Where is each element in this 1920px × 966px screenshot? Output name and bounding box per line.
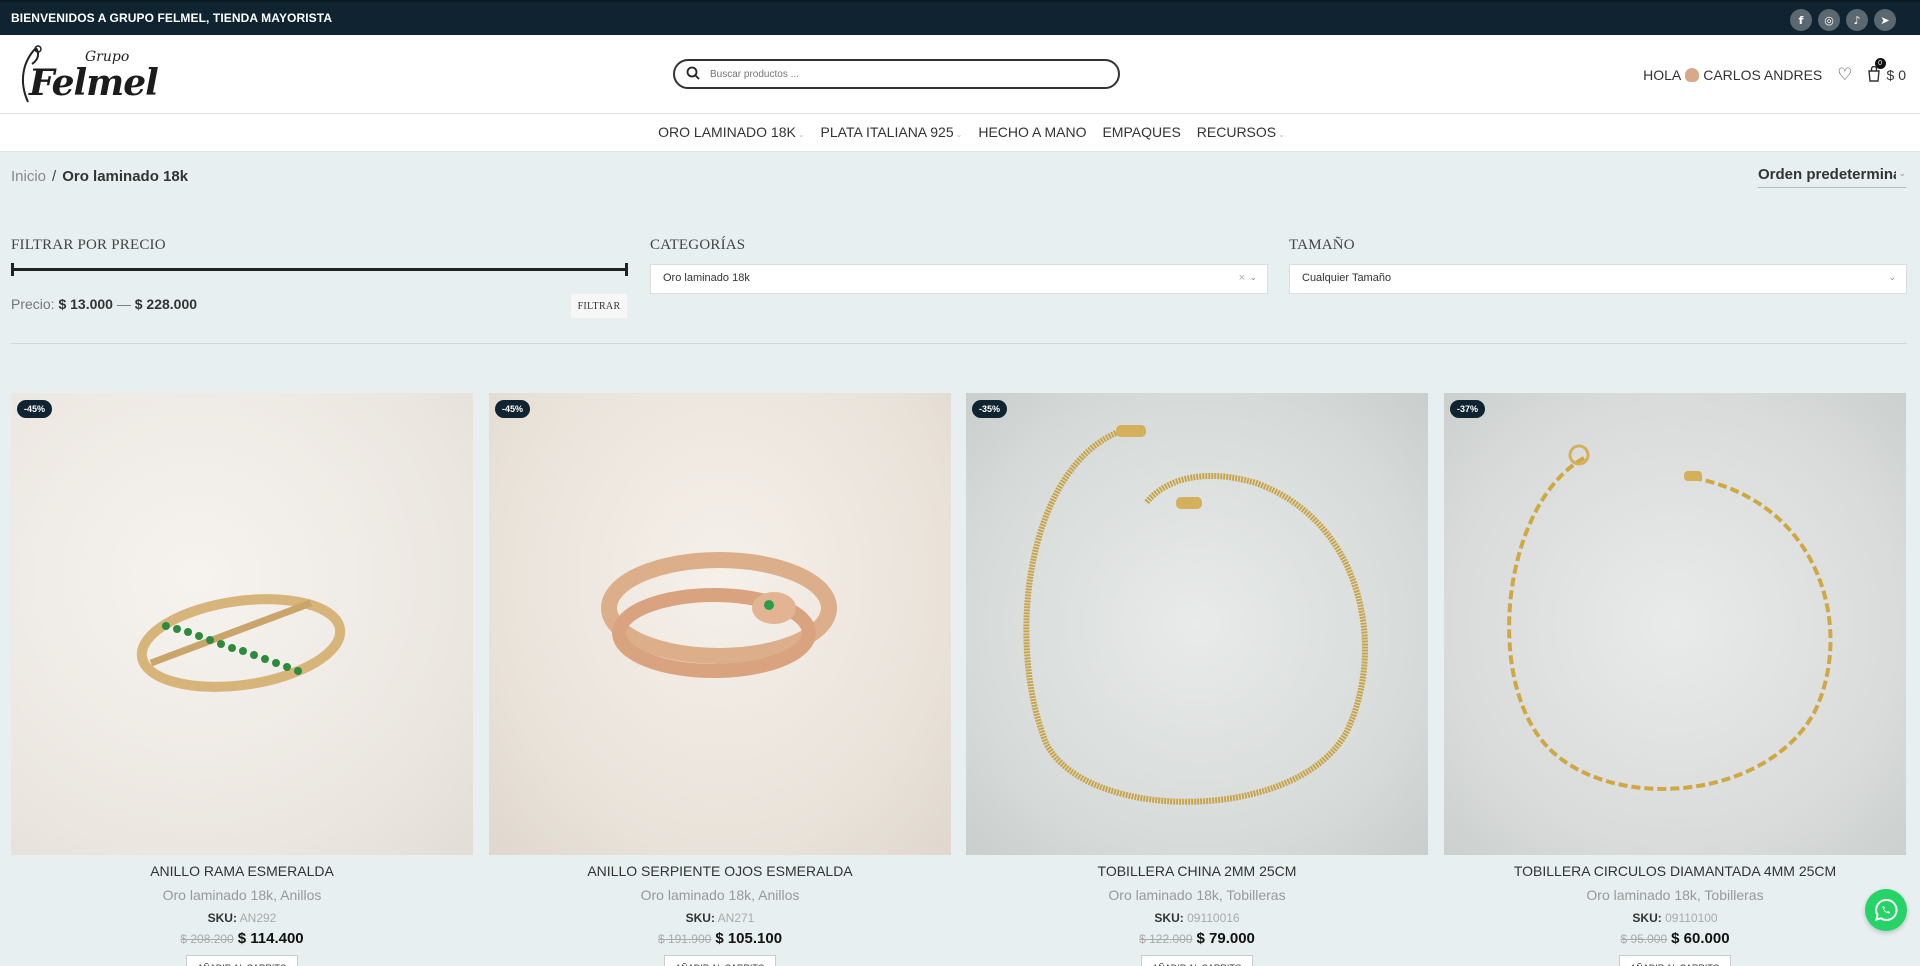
discount-badge: -45% [17,400,53,418]
chevron-down-icon: ⌄ [1278,130,1285,139]
welcome-message: BIENVENIDOS A GRUPO FELMEL, TIENDA MAYOR… [11,11,333,25]
clear-category-icon[interactable]: × [1239,272,1245,284]
nav-item-empaques[interactable]: EMPAQUES [1102,124,1180,140]
discount-badge: -37% [1450,400,1486,418]
user-name: CARLOS ANDRES [1703,67,1823,83]
nav-item-oro-laminado[interactable]: ORO LAMINADO 18K ⌄ [658,124,804,140]
product-title[interactable]: ANILLO SERPIENTE OJOS ESMERALDA [489,863,951,879]
sale-price: $ 105.100 [715,930,783,947]
old-price: $ 122.000 [1139,932,1193,946]
product-title[interactable]: TOBILLERA CHINA 2MM 25CM [966,863,1428,879]
product-sku: SKU: AN292 [207,911,277,925]
nav-item-recursos[interactable]: RECURSOS ⌄ [1197,124,1285,140]
chevron-down-icon: ⌄ [955,130,963,139]
product-card[interactable]: -35% TOBILLERA CHINA 2MM 25CM Oro lamina… [966,393,1428,966]
categories-selected-value: Oro laminado 18k [663,272,750,284]
breadcrumb-home-link[interactable]: Inicio [11,168,46,185]
product-image[interactable]: -35% [966,393,1428,855]
product-categories[interactable]: Oro laminado 18k, Anillos [489,887,951,903]
size-filter-title: TAMAÑO [1289,237,1355,253]
product-price: $ 208.200 $ 114.400 [11,930,473,947]
product-categories[interactable]: Oro laminado 18k, Tobilleras [1444,887,1906,903]
add-to-cart-button[interactable]: AÑADIR AL CARRITO [664,955,776,966]
search-bar[interactable] [673,59,1120,89]
filter-price-button[interactable]: FILTRAR [570,293,628,319]
waving-hand-icon [1685,68,1700,82]
price-min-value: $ 13.000 [58,296,113,312]
search-input[interactable] [710,65,1100,83]
old-price: $ 191.900 [657,932,712,946]
social-links: f ◎ ♪ ➤ [1790,9,1896,31]
chevron-down-icon: ⌄ [1896,168,1906,179]
site-logo[interactable]: Grupo Felmel [14,40,159,110]
site-header: Grupo Felmel HOLA CARLOS ANDRES ♡ 0 $ 0 [0,35,1920,113]
price-max-value: $ 228.000 [134,296,198,312]
product-price: $ 95.000 $ 60.000 [1444,930,1906,947]
price-slider-max-handle[interactable] [625,263,628,276]
logo-main-text: Felmel [29,62,159,104]
product-card[interactable]: -45% ANILLO RAMA ESMERALDA Oro laminado … [11,393,473,966]
price-range-slider[interactable] [11,263,628,276]
product-price: $ 122.000 $ 79.000 [966,930,1428,947]
price-filter-title: FILTRAR POR PRECIO [11,237,166,253]
facebook-icon[interactable]: f [1790,9,1812,31]
filters-divider [11,343,1907,344]
cart-total[interactable]: $ 0 [1887,67,1906,83]
product-image[interactable]: -37% [1444,393,1906,855]
product-categories[interactable]: Oro laminado 18k, Anillos [11,887,473,903]
old-price: $ 95.000 [1620,932,1668,946]
breadcrumb-current: Oro laminado 18k [62,168,189,185]
sort-order-value: Orden predeterminado [1758,166,1906,183]
product-categories[interactable]: Oro laminado 18k, Tobilleras [966,887,1428,903]
product-sku: SKU: 09110016 [1154,911,1240,925]
add-to-cart-button[interactable]: AÑADIR AL CARRITO [186,955,298,966]
nav-item-hecho-a-mano[interactable]: HECHO A MANO [978,124,1086,140]
cart-count-badge: 0 [1874,57,1886,69]
account-link[interactable]: HOLA CARLOS ANDRES [1643,67,1822,83]
product-title[interactable]: TOBILLERA CIRCULOS DIAMANTADA 4MM 25CM [1444,863,1906,879]
breadcrumb: Inicio / Oro laminado 18k [11,168,188,185]
instagram-icon[interactable]: ◎ [1818,9,1840,31]
whatsapp-icon[interactable] [1865,889,1907,931]
product-image[interactable]: -45% [11,393,473,855]
main-navigation: ORO LAMINADO 18K ⌄ PLATA ITALIANA 925 ⌄ HE… [0,113,1920,152]
product-price: $ 191.900 $ 105.100 [489,930,951,947]
chevron-down-icon: ⌄ [1888,273,1896,283]
categories-select[interactable]: Oro laminado 18k × ⌄ [650,264,1268,294]
chevron-down-icon: ⌄ [797,130,805,139]
add-to-cart-button[interactable]: AÑADIR AL CARRITO [1619,955,1731,966]
add-to-cart-button[interactable]: AÑADIR AL CARRITO [1141,955,1253,966]
product-image[interactable]: -45% [489,393,951,855]
sale-price: $ 114.400 [237,930,304,947]
product-sku: SKU: AN271 [685,911,755,925]
old-price: $ 208.200 [180,932,234,946]
price-range-label: Precio: $ 13.000 — $ 228.000 [11,296,198,312]
nav-item-plata-italiana[interactable]: PLATA ITALIANA 925 ⌄ [821,124,963,140]
product-card[interactable]: -37% TOBILLERA CIRCULOS DIAMANTADA 4MM 2… [1444,393,1906,966]
product-card[interactable]: -45% ANILLO SERPIENTE OJOS ESMERALDA Oro… [489,393,951,966]
greeting-label: HOLA [1643,67,1682,83]
discount-badge: -35% [972,400,1008,418]
size-select[interactable]: Cualquier Tamaño ⌄ [1289,264,1907,294]
top-announcement-bar: BIENVENIDOS A GRUPO FELMEL, TIENDA MAYOR… [0,0,1920,35]
sale-price: $ 60.000 [1671,930,1730,947]
size-selected-value: Cualquier Tamaño [1302,272,1392,284]
categories-filter-title: CATEGORÍAS [650,237,746,253]
header-account-area: HOLA CARLOS ANDRES ♡ 0 $ 0 [1643,57,1906,85]
discount-badge: -45% [495,400,531,418]
telegram-icon[interactable]: ➤ [1874,9,1896,31]
tiktok-icon[interactable]: ♪ [1846,9,1868,31]
wishlist-heart-icon[interactable]: ♡ [1837,65,1852,85]
search-icon[interactable] [686,66,700,80]
product-sku: SKU: 09110100 [1632,911,1718,925]
sale-price: $ 79.000 [1196,930,1255,947]
price-slider-min-handle[interactable] [11,263,14,276]
sort-order-select[interactable]: Orden predeterminado ⌄ [1758,166,1906,188]
breadcrumb-separator: / [52,168,57,185]
cart-icon[interactable]: 0 [1867,57,1886,85]
chevron-down-icon: ⌄ [1249,273,1257,283]
product-title[interactable]: ANILLO RAMA ESMERALDA [11,863,473,879]
